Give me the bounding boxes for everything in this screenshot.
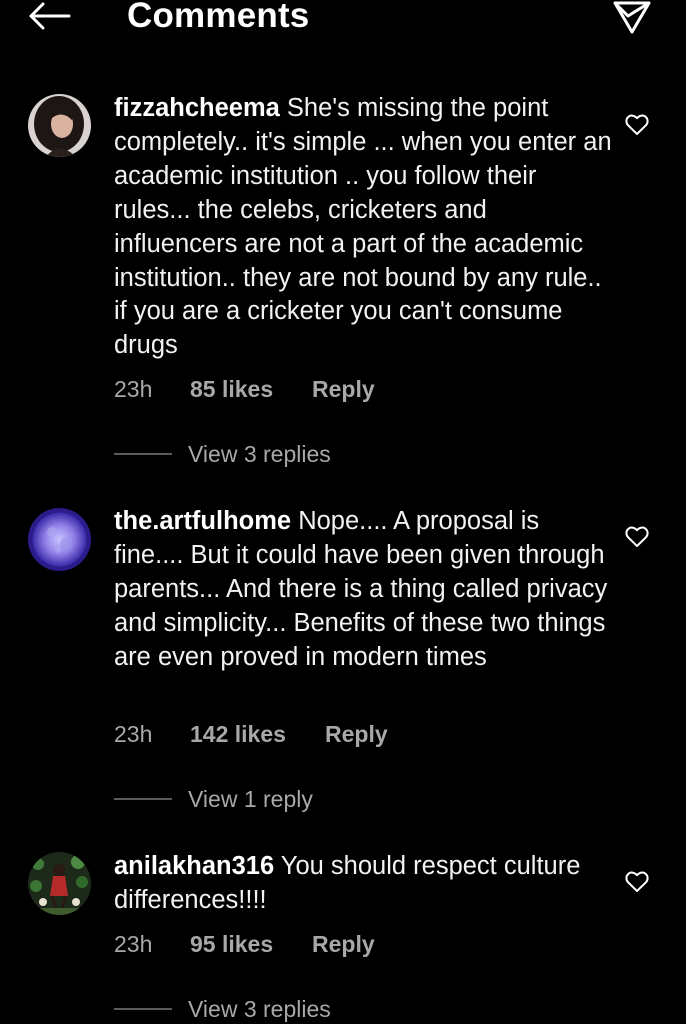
send-icon	[613, 1, 651, 34]
comment-time: 23h	[114, 721, 153, 747]
avatar[interactable]	[28, 94, 91, 157]
avatar[interactable]	[28, 508, 91, 571]
reply-button[interactable]: Reply	[325, 719, 388, 749]
view-replies-label: View 3 replies	[188, 995, 331, 1022]
avatar[interactable]	[28, 852, 91, 915]
divider-line	[114, 453, 172, 455]
comment-username[interactable]: anilakhan316	[114, 852, 274, 880]
heart-icon[interactable]	[625, 526, 649, 548]
share-button[interactable]	[610, 0, 654, 34]
heart-icon[interactable]	[625, 871, 649, 893]
comment-text: the.artfulhome Nope.... A proposal is fi…	[114, 505, 614, 675]
divider-line	[114, 1008, 172, 1010]
divider-line	[114, 798, 172, 800]
reply-button[interactable]: Reply	[312, 374, 375, 404]
back-button[interactable]	[26, 0, 72, 32]
view-replies-label: View 3 replies	[188, 440, 331, 467]
comment-time: 23h	[114, 931, 153, 957]
likes-count[interactable]: 95 likes	[190, 929, 273, 959]
comment-username[interactable]: fizzahcheema	[114, 94, 280, 122]
arrow-left-icon	[29, 2, 71, 30]
comment-body: She's missing the point completely.. it'…	[114, 94, 612, 360]
likes-count[interactable]: 85 likes	[190, 374, 273, 404]
heart-icon[interactable]	[625, 114, 649, 136]
view-replies-button[interactable]: View 3 replies	[114, 439, 331, 469]
page-title: Comments	[127, 0, 310, 35]
view-replies-button[interactable]: View 3 replies	[114, 994, 331, 1024]
comment-username[interactable]: the.artfulhome	[114, 507, 291, 535]
view-replies-button[interactable]: View 1 reply	[114, 784, 313, 814]
header-bar: Comments	[0, 0, 686, 40]
comment-time: 23h	[114, 376, 153, 402]
comment-text: anilakhan316 You should respect culture …	[114, 850, 614, 918]
likes-count[interactable]: 142 likes	[190, 719, 286, 749]
view-replies-label: View 1 reply	[188, 785, 313, 812]
comment-text: fizzahcheema She's missing the point com…	[114, 92, 614, 363]
reply-button[interactable]: Reply	[312, 929, 375, 959]
